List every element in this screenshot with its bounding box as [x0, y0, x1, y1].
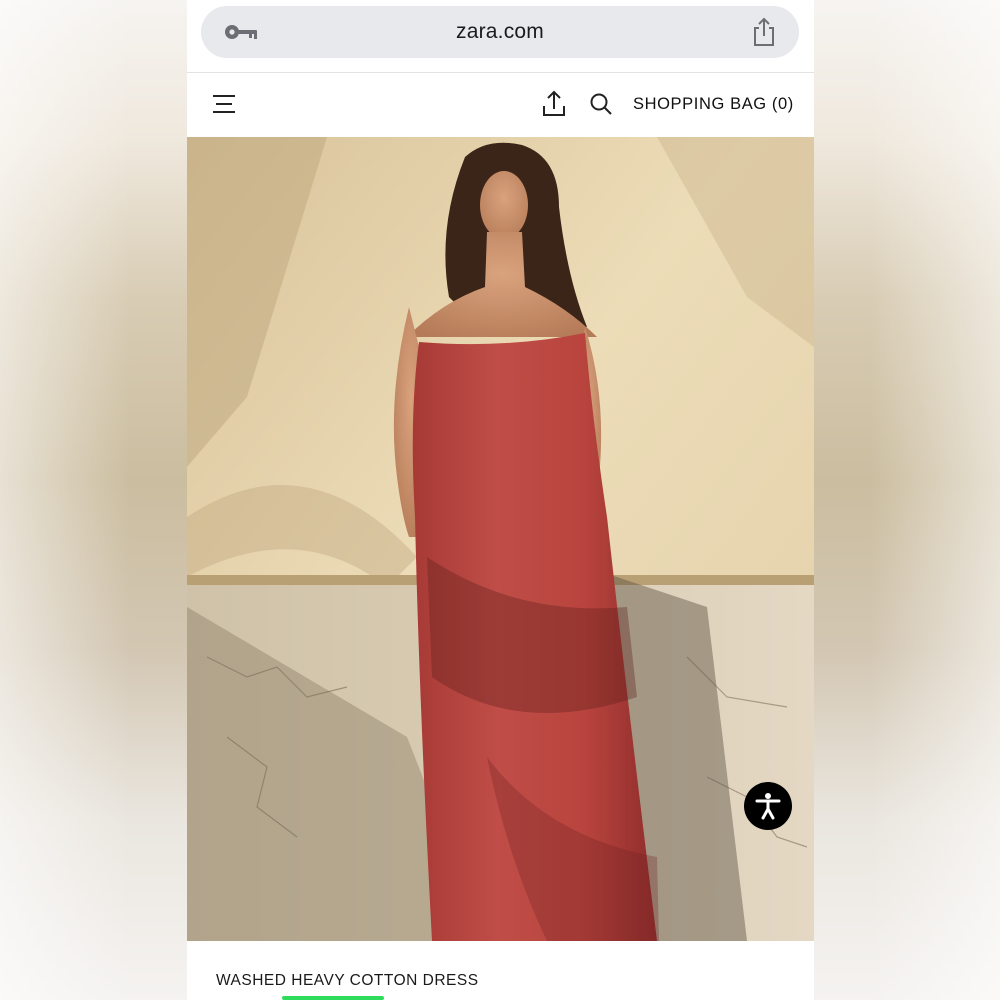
product-title[interactable]: WASHED HEAVY COTTON DRESS	[216, 972, 479, 990]
accessibility-button[interactable]	[744, 782, 792, 830]
accessibility-icon	[755, 793, 781, 820]
shopping-bag-link[interactable]: SHOPPING BAG (0)	[633, 95, 794, 114]
background-right	[814, 0, 1000, 1000]
header-divider	[187, 72, 814, 73]
accent-line	[282, 996, 384, 1000]
share-icon[interactable]	[751, 17, 777, 47]
share-icon[interactable]	[541, 90, 567, 118]
phone-screen: zara.com SHOPPING BAG (0) WASHED HEAVY C…	[187, 0, 814, 1000]
product-image[interactable]	[187, 137, 814, 941]
url-text: zara.com	[456, 20, 544, 43]
menu-icon[interactable]	[213, 93, 237, 115]
background-left	[0, 0, 187, 1000]
search-icon[interactable]	[589, 92, 613, 116]
address-bar[interactable]: zara.com	[201, 6, 799, 58]
